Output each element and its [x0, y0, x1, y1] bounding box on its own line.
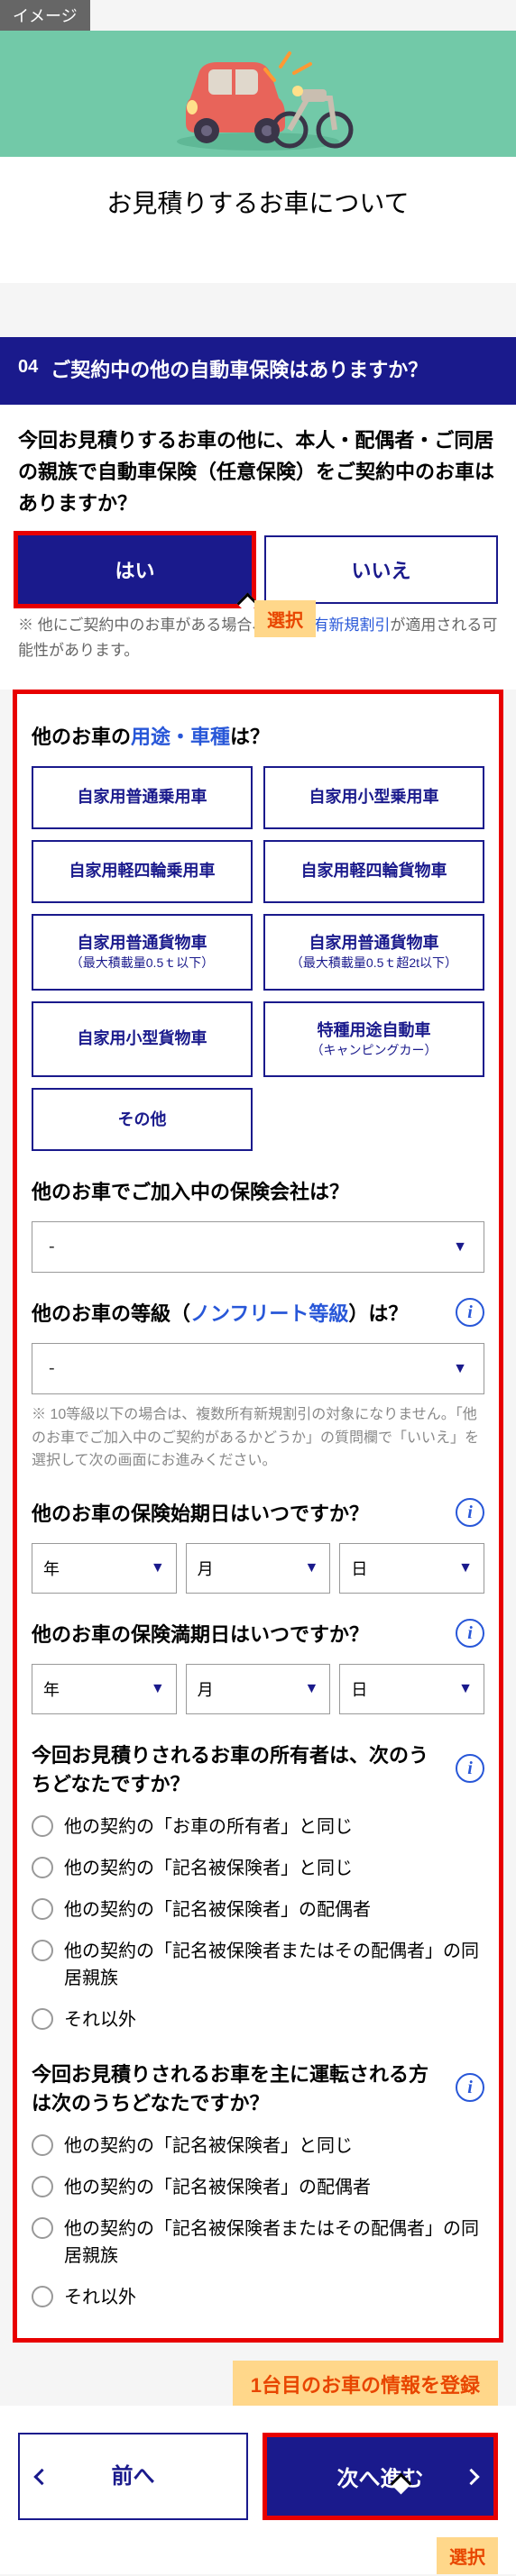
radio-icon — [32, 2008, 53, 2030]
owner-option-2[interactable]: 他の契約の「記名被保険者」の配偶者 — [32, 1896, 484, 1923]
callout-wrap: 1台目のお車の情報を登録 — [0, 2361, 516, 2406]
end-date-question: 他のお車の保険満期日はいつですか？ — [32, 1619, 445, 1648]
radio-icon — [32, 2217, 53, 2239]
usage-option-5[interactable]: 自家用普通貨物車（最大積載量0.5ｔ超2t以下） — [263, 914, 484, 991]
radio-label: 他の契約の「記名被保険者またはその配偶者」の同居親族 — [64, 2215, 484, 2270]
owner-question: 今回お見積りされるお車の所有者は、次のうちどなたですか？ — [32, 1740, 445, 1797]
other-car-panel: 他のお車の用途・車種は？ 自家用普通乗用車自家用小型乗用車自家用軽四輪乗用車自家… — [13, 690, 503, 2343]
radio-label: それ以外 — [64, 2006, 136, 2033]
grade-select[interactable]: - ▼ — [32, 1343, 484, 1394]
radio-icon — [32, 2176, 53, 2197]
radio-icon — [32, 2134, 53, 2156]
yes-button[interactable]: はい — [18, 535, 252, 604]
start-date-row: 年▼ 月▼ 日▼ — [32, 1543, 484, 1594]
usage-option-0[interactable]: 自家用普通乗用車 — [32, 766, 253, 829]
grade-question: 他のお車の等級（ノンフリート等級）は？ — [32, 1298, 445, 1327]
owner-option-4[interactable]: それ以外 — [32, 2006, 484, 2033]
radio-icon — [32, 1815, 53, 1837]
usage-option-2[interactable]: 自家用軽四輪乗用車 — [32, 840, 253, 903]
question-title: ご契約中の他の自動車保険はありますか？ — [51, 357, 428, 385]
radio-icon — [32, 1898, 53, 1920]
company-question: 他のお車でご加入中の保険会社は？ — [32, 1176, 349, 1205]
no-button[interactable]: いいえ — [264, 535, 498, 604]
usage-options-grid: 自家用普通乗用車自家用小型乗用車自家用軽四輪乗用車自家用軽四輪貨物車自家用普通貨… — [32, 766, 484, 1152]
question-04-body: 今回お見積りするお車の他に、本人・配偶者・ご同居の親族で自動車保険（任意保険）を… — [0, 405, 516, 690]
yes-no-row: はい いいえ 選択 — [18, 535, 498, 604]
usage-option-3[interactable]: 自家用軽四輪貨物車 — [263, 840, 484, 903]
info-icon[interactable]: i — [456, 1298, 484, 1327]
usage-option-1[interactable]: 自家用小型乗用車 — [263, 766, 484, 829]
page-title: お見積りするお車について — [0, 157, 516, 283]
company-value: - — [49, 1237, 55, 1257]
end-date-row: 年▼ 月▼ 日▼ — [32, 1664, 484, 1714]
info-icon[interactable]: i — [456, 1619, 484, 1648]
chevron-down-icon: ▼ — [458, 1560, 473, 1576]
driver-option-3[interactable]: それ以外 — [32, 2284, 484, 2311]
end-year-select[interactable]: 年▼ — [32, 1664, 177, 1714]
radio-label: 他の契約の「記名被保険者」の配偶者 — [64, 2174, 371, 2201]
driver-option-1[interactable]: 他の契約の「記名被保険者」の配偶者 — [32, 2174, 484, 2201]
radio-label: 他の契約の「記名被保険者」と同じ — [64, 2133, 353, 2160]
start-date-question: 他のお車の保険始期日はいつですか？ — [32, 1498, 445, 1527]
owner-option-3[interactable]: 他の契約の「記名被保険者またはその配偶者」の同居親族 — [32, 1938, 484, 1992]
note-text-pre: ※ 他にご契約中のお車がある場合、 — [18, 617, 267, 634]
usage-option-7[interactable]: 特種用途自動車（キャンピングカー） — [263, 1001, 484, 1078]
usage-option-4[interactable]: 自家用普通貨物車（最大積載量0.5ｔ以下） — [32, 914, 253, 991]
start-day-select[interactable]: 日▼ — [339, 1543, 484, 1594]
chevron-down-icon: ▼ — [151, 1560, 165, 1576]
register-callout: 1台目のお車の情報を登録 — [233, 2361, 498, 2407]
radio-label: 他の契約の「記名被保険者」の配偶者 — [64, 1896, 371, 1923]
owner-radio-group: 他の契約の「お車の所有者」と同じ他の契約の「記名被保険者」と同じ他の契約の「記名… — [32, 1813, 484, 2033]
question-number: 04 — [18, 357, 38, 378]
next-button[interactable]: 次へ進む — [263, 2433, 498, 2520]
owner-option-1[interactable]: 他の契約の「記名被保険者」と同じ — [32, 1855, 484, 1882]
company-select[interactable]: - ▼ — [32, 1221, 484, 1273]
usage-question: 他のお車の用途・車種は？ — [32, 721, 484, 750]
nav-section: 前へ 次へ進む 選択 — [0, 2406, 516, 2574]
radio-label: 他の契約の「記名被保険者」と同じ — [64, 1855, 353, 1882]
chevron-down-icon: ▼ — [453, 1239, 467, 1256]
question-text: 今回お見積りするお車の他に、本人・配偶者・ご同居の親族で自動車保険（任意保険）を… — [18, 425, 498, 520]
curve-divider — [0, 283, 516, 337]
radio-label: 他の契約の「お車の所有者」と同じ — [64, 1813, 353, 1841]
end-day-select[interactable]: 日▼ — [339, 1664, 484, 1714]
radio-icon — [32, 1940, 53, 1961]
car-crash-illustration — [159, 35, 357, 152]
usage-option-8[interactable]: その他 — [32, 1088, 253, 1151]
radio-icon — [32, 1857, 53, 1878]
hero-banner — [0, 31, 516, 157]
image-tag-badge: イメージ — [0, 0, 90, 31]
end-month-select[interactable]: 月▼ — [186, 1664, 331, 1714]
usage-link[interactable]: 用途・車種 — [131, 726, 230, 748]
radio-icon — [32, 2286, 53, 2307]
info-icon[interactable]: i — [456, 1754, 484, 1783]
chevron-down-icon: ▼ — [458, 1681, 473, 1697]
chevron-down-icon: ▼ — [305, 1560, 319, 1576]
select-annotation: 選択 — [254, 600, 316, 637]
grade-link[interactable]: ノンフリート等級 — [190, 1302, 348, 1325]
chevron-down-icon: ▼ — [305, 1681, 319, 1697]
driver-option-2[interactable]: 他の契約の「記名被保険者またはその配偶者」の同居親族 — [32, 2215, 484, 2270]
select-annotation: 選択 — [437, 2537, 498, 2574]
driver-radio-group: 他の契約の「記名被保険者」と同じ他の契約の「記名被保険者」の配偶者他の契約の「記… — [32, 2133, 484, 2311]
chevron-down-icon: ▼ — [151, 1681, 165, 1697]
driver-question: 今回お見積りされるお車を主に運転される方は次のうちどなたですか？ — [32, 2059, 445, 2116]
question-04-header: 04 ご契約中の他の自動車保険はありますか？ — [0, 337, 516, 405]
radio-label: それ以外 — [64, 2284, 136, 2311]
prev-button[interactable]: 前へ — [18, 2433, 248, 2520]
info-icon[interactable]: i — [456, 2073, 484, 2102]
radio-label: 他の契約の「記名被保険者またはその配偶者」の同居親族 — [64, 1938, 484, 1992]
chevron-down-icon: ▼ — [453, 1361, 467, 1377]
info-icon[interactable]: i — [456, 1498, 484, 1527]
start-year-select[interactable]: 年▼ — [32, 1543, 177, 1594]
start-month-select[interactable]: 月▼ — [186, 1543, 331, 1594]
owner-option-0[interactable]: 他の契約の「お車の所有者」と同じ — [32, 1813, 484, 1841]
grade-value: - — [49, 1358, 55, 1379]
usage-option-6[interactable]: 自家用小型貨物車 — [32, 1001, 253, 1078]
grade-note: ※ 10等級以下の場合は、複数所有新規割引の対象になりません。「他のお車でご加入… — [32, 1403, 484, 1473]
driver-option-0[interactable]: 他の契約の「記名被保険者」と同じ — [32, 2133, 484, 2160]
